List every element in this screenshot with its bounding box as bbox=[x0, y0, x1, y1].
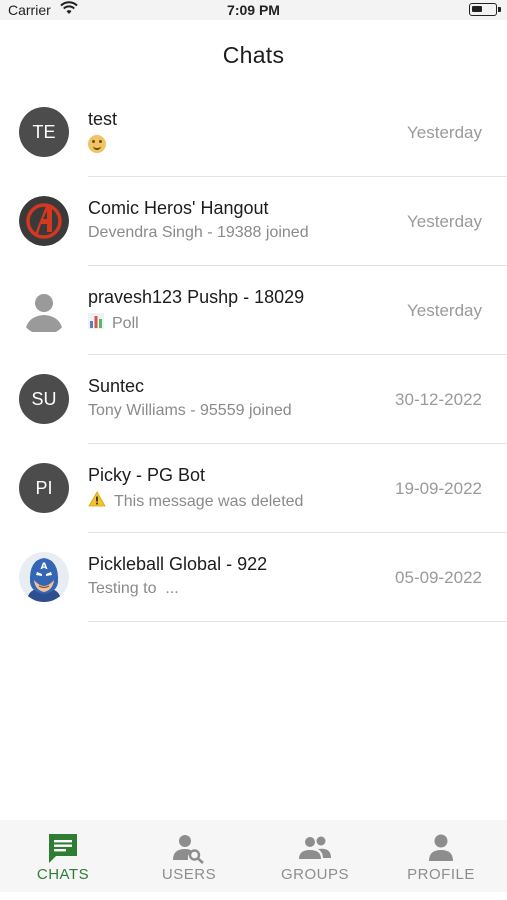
chat-name: pravesh123 Pushp - 18029 bbox=[88, 287, 305, 307]
chat-row-picky-pg-bot[interactable]: PI Picky - PG Bot This message was delet… bbox=[0, 444, 507, 533]
chat-name: Picky - PG Bot bbox=[88, 465, 206, 485]
battery-icon bbox=[469, 3, 501, 16]
chat-preview: Poll bbox=[88, 313, 139, 334]
chat-row-pickleball-global[interactable]: A Pickleball Global - 922 Testing to ...… bbox=[0, 533, 507, 622]
tab-bar: CHATS USERS GROUPS PROFILE bbox=[0, 820, 507, 892]
captain-america-avatar-icon: A bbox=[19, 552, 69, 602]
chat-timestamp: 19-09-2022 bbox=[395, 479, 482, 498]
chat-timestamp: Yesterday bbox=[407, 123, 482, 142]
tab-label: USERS bbox=[161, 866, 217, 883]
default-user-avatar-icon bbox=[19, 285, 69, 335]
tab-label: PROFILE bbox=[407, 866, 475, 883]
user-search-icon bbox=[173, 832, 205, 864]
avatar: TE bbox=[19, 107, 69, 157]
chat-bubble-icon bbox=[47, 832, 79, 864]
chat-name: test bbox=[88, 109, 118, 129]
nav-header: Chats bbox=[0, 20, 507, 88]
chat-row-test[interactable]: TE test Yesterday bbox=[0, 88, 507, 177]
page-title: Chats bbox=[222, 42, 285, 68]
chat-name: Comic Heros' Hangout bbox=[88, 198, 269, 218]
chat-preview: Devendra Singh - 19388 joined bbox=[88, 224, 309, 242]
chat-preview-text: This message was deleted bbox=[114, 492, 304, 510]
tab-label: CHATS bbox=[36, 866, 90, 883]
tab-users[interactable]: USERS bbox=[126, 820, 252, 892]
chat-timestamp: Yesterday bbox=[407, 212, 482, 231]
chat-row-suntec[interactable]: SU Suntec Tony Williams - 95559 joined 3… bbox=[0, 355, 507, 444]
chat-row-comic-heros-hangout[interactable]: Comic Heros' Hangout Devendra Singh - 19… bbox=[0, 177, 507, 266]
tab-profile[interactable]: PROFILE bbox=[378, 820, 504, 892]
chat-preview-text: Testing to ... bbox=[88, 580, 179, 597]
chat-timestamp: Yesterday bbox=[407, 301, 482, 320]
chat-list: TE test Yesterday Comic Heros' Hangout D… bbox=[0, 88, 507, 622]
warning-icon bbox=[88, 491, 106, 512]
chat-preview: Tony Williams - 95559 joined bbox=[88, 402, 292, 420]
chat-preview: Testing to ... bbox=[88, 580, 179, 598]
chat-timestamp: 05-09-2022 bbox=[395, 568, 482, 587]
tab-chats[interactable]: CHATS bbox=[0, 820, 126, 892]
chat-preview-text: Tony Williams - 95559 joined bbox=[88, 402, 292, 419]
profile-icon bbox=[425, 832, 457, 864]
poll-chart-icon bbox=[88, 313, 104, 334]
chat-name: Pickleball Global - 922 bbox=[88, 554, 268, 574]
divider bbox=[88, 621, 507, 622]
chat-preview bbox=[88, 135, 106, 153]
tab-label: GROUPS bbox=[280, 866, 349, 883]
chat-preview-text: Poll bbox=[112, 314, 139, 332]
smile-emoji-icon bbox=[88, 135, 106, 153]
status-bar: Carrier 7:09 PM bbox=[0, 0, 507, 20]
avatar: SU bbox=[19, 374, 69, 424]
chat-name: Suntec bbox=[88, 376, 145, 396]
groups-icon bbox=[299, 832, 331, 864]
chat-row-pravesh123[interactable]: pravesh123 Pushp - 18029 Poll Yesterday bbox=[0, 266, 507, 355]
tab-groups[interactable]: GROUPS bbox=[252, 820, 378, 892]
chat-preview-text: Devendra Singh - 19388 joined bbox=[88, 224, 309, 241]
avengers-logo-icon bbox=[19, 196, 69, 246]
avatar: PI bbox=[19, 463, 69, 513]
svg-text:A: A bbox=[41, 562, 48, 572]
chat-timestamp: 30-12-2022 bbox=[395, 390, 482, 409]
clock: 7:09 PM bbox=[227, 2, 280, 18]
chat-preview: This message was deleted bbox=[88, 491, 303, 512]
